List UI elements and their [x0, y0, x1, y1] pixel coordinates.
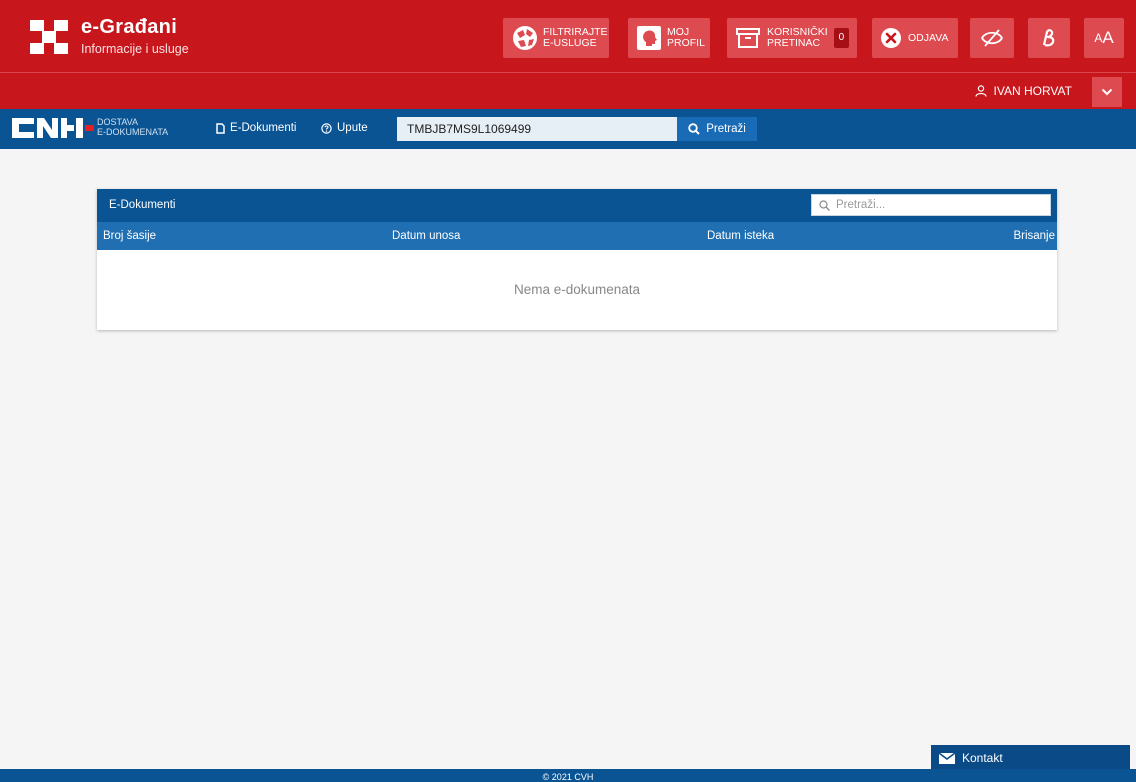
inbox-icon	[736, 28, 760, 48]
column-header-expiry-date[interactable]: Datum isteka	[707, 230, 774, 242]
chassis-search-input[interactable]	[397, 117, 677, 141]
e-gradani-logo-icon[interactable]	[30, 20, 68, 54]
nav-link-e-documents[interactable]: E-Dokumenti	[216, 122, 296, 134]
font-size-small-a: A	[1094, 31, 1103, 45]
globe-icon	[513, 26, 537, 50]
envelope-icon	[939, 752, 955, 764]
table-search-box[interactable]	[811, 194, 1051, 216]
empty-table-message: Nema e-dokumenata	[513, 282, 641, 297]
dyslexia-font-icon	[1042, 29, 1055, 47]
user-name: IVAN HORVAT	[993, 84, 1072, 98]
user-menu[interactable]: IVAN HORVAT	[974, 84, 1072, 98]
app-subtitle: DOSTAVA E-DOKUMENATA	[97, 117, 168, 137]
footer: © 2021 CVH	[0, 769, 1136, 782]
nav-link-e-documents-label: E-Dokumenti	[230, 122, 297, 134]
app-subtitle-line1: DOSTAVA	[97, 117, 139, 127]
table-header-row: Broj šasije Datum unosa Datum isteka Bri…	[97, 222, 1057, 250]
logout-button[interactable]: ODJAVA	[872, 18, 958, 58]
table-search-input[interactable]	[836, 199, 1036, 211]
chassis-search-button[interactable]: Pretraži	[677, 117, 757, 141]
footer-copyright: © 2021 CVH	[542, 772, 594, 782]
brand-subtitle: Informacije i usluge	[81, 42, 189, 56]
user-bar: IVAN HORVAT	[0, 72, 1136, 109]
search-icon	[819, 199, 830, 211]
user-icon	[974, 85, 987, 97]
card-title: E-Dokumenti	[109, 199, 176, 211]
dyslexia-font-button[interactable]	[1028, 18, 1070, 58]
logout-label: ODJAVA	[908, 31, 949, 44]
eye-off-icon	[980, 29, 1004, 47]
card-header: E-Dokumenti	[97, 189, 1057, 222]
e-documents-card: E-Dokumenti Broj šasije Datum unosa Datu…	[97, 189, 1057, 330]
nav-link-help[interactable]: Upute	[321, 122, 368, 134]
top-header: e-Građani Informacije i usluge FILTRIRAJ…	[0, 0, 1136, 72]
chevron-down-icon	[1101, 88, 1113, 96]
my-profile-label: MOJ PROFIL	[667, 26, 705, 49]
profile-head-icon	[637, 26, 661, 50]
app-navbar: DOSTAVA E-DOKUMENATA E-Dokumenti Upute P…	[0, 109, 1136, 149]
column-header-chassis-number[interactable]: Broj šasije	[103, 230, 156, 242]
chassis-search-button-label: Pretraži	[706, 123, 746, 135]
my-profile-button[interactable]: MOJ PROFIL	[628, 18, 710, 58]
contact-label: Kontakt	[962, 751, 1003, 765]
inbox-count-badge: 0	[833, 28, 849, 48]
filter-services-label: FILTRIRAJTE E-USLUGE	[543, 26, 608, 49]
user-menu-toggle[interactable]	[1092, 77, 1122, 107]
close-circle-icon	[881, 28, 901, 48]
search-icon	[688, 123, 700, 135]
nav-link-help-label: Upute	[337, 122, 368, 134]
document-icon	[216, 122, 225, 134]
font-size-button[interactable]: AA	[1084, 18, 1124, 58]
question-circle-icon	[321, 122, 332, 134]
user-inbox-label: KORISNIČKI PRETINAC	[767, 26, 828, 49]
column-header-entry-date[interactable]: Datum unosa	[392, 230, 460, 242]
cvh-logo-icon[interactable]	[12, 118, 94, 138]
accessibility-visibility-button[interactable]	[970, 18, 1014, 58]
brand-title[interactable]: e-Građani	[81, 16, 177, 39]
font-size-large-a: A	[1102, 28, 1114, 47]
column-header-delete: Brisanje	[1013, 230, 1055, 242]
filter-services-button[interactable]: FILTRIRAJTE E-USLUGE	[503, 18, 609, 58]
app-subtitle-line2: E-DOKUMENATA	[97, 127, 169, 137]
contact-button[interactable]: Kontakt	[931, 745, 1130, 771]
user-inbox-button[interactable]: KORISNIČKI PRETINAC 0	[727, 18, 857, 58]
